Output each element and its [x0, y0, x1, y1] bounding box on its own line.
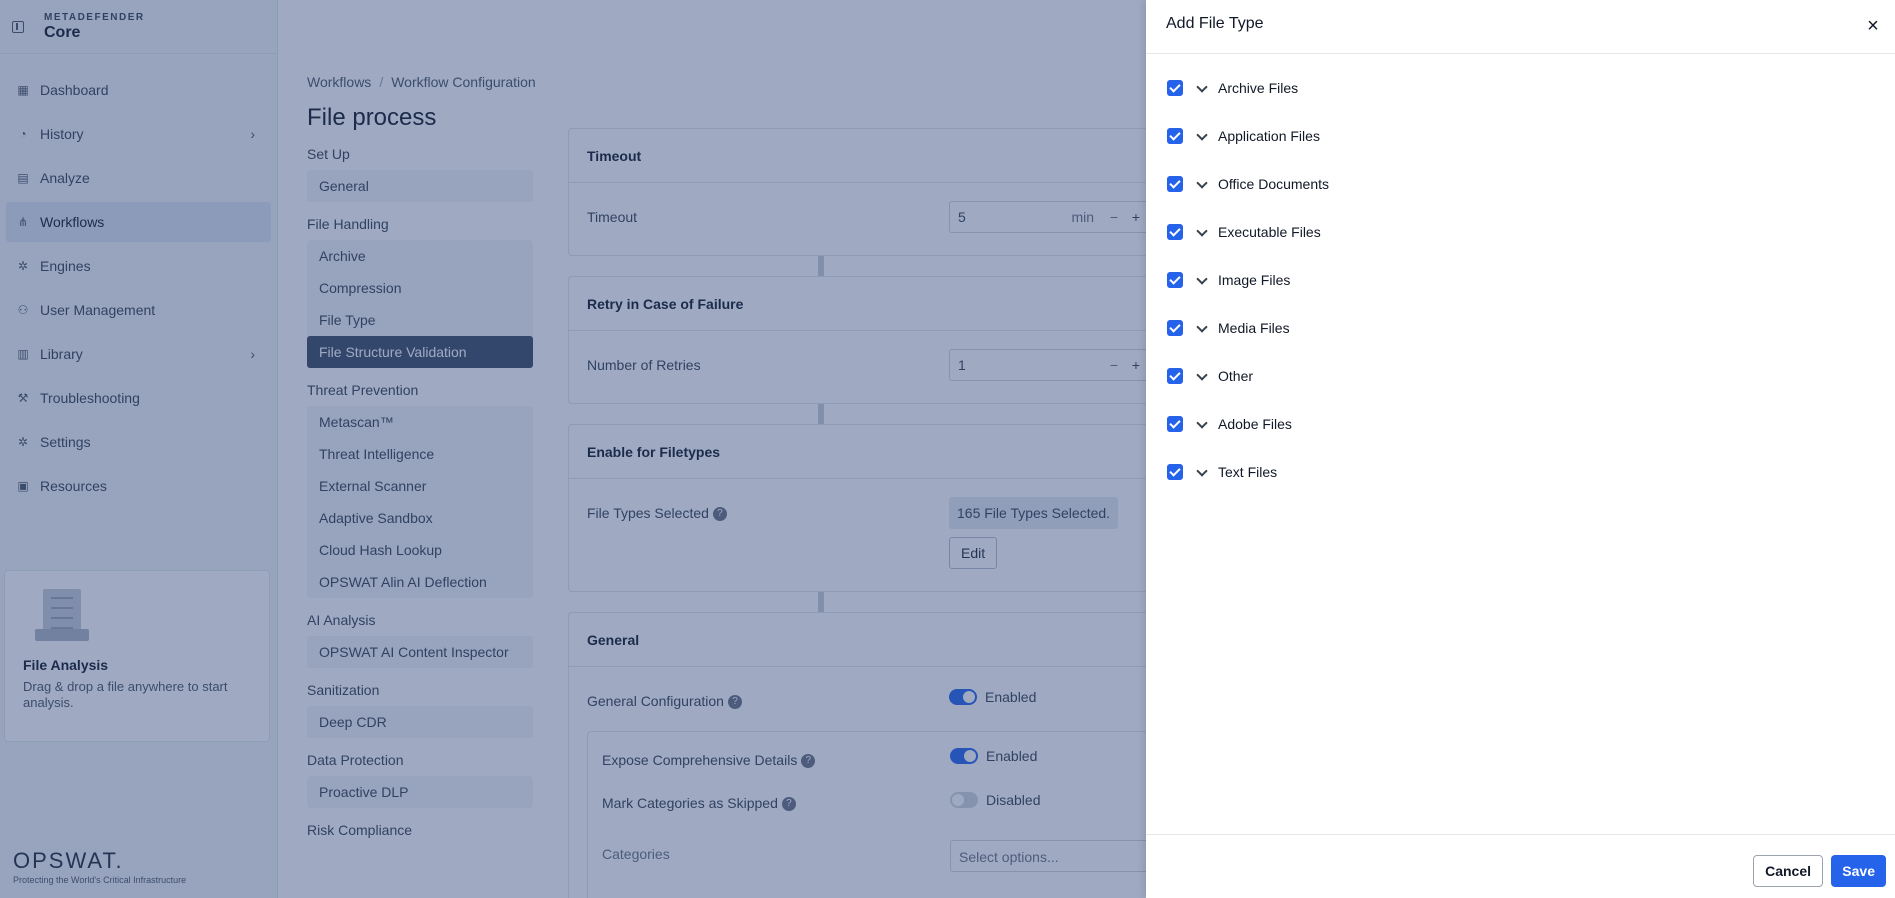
file-type-label: Office Documents: [1218, 176, 1330, 192]
drawer-header: Add File Type ×: [1146, 0, 1895, 54]
file-type-row: Adobe Files: [1146, 400, 1895, 448]
save-button[interactable]: Save: [1831, 855, 1886, 887]
checkbox[interactable]: [1167, 224, 1183, 240]
checkbox[interactable]: [1167, 368, 1183, 384]
file-type-row: Archive Files: [1146, 64, 1895, 112]
add-file-type-drawer: Add File Type × Archive Files Applicatio…: [1146, 0, 1895, 898]
drawer-title: Add File Type: [1166, 15, 1264, 32]
file-type-label: Text Files: [1218, 464, 1278, 480]
file-type-row: Text Files: [1146, 448, 1895, 496]
chevron-down-icon[interactable]: [1195, 81, 1209, 95]
file-type-label: Archive Files: [1218, 80, 1299, 96]
chevron-down-icon[interactable]: [1195, 177, 1209, 191]
checkbox[interactable]: [1167, 128, 1183, 144]
chevron-down-icon[interactable]: [1195, 465, 1209, 479]
drawer-footer: Cancel Save: [1146, 834, 1895, 898]
file-type-row: Office Documents: [1146, 160, 1895, 208]
file-type-label: Other: [1218, 368, 1254, 384]
file-type-row: Other: [1146, 352, 1895, 400]
chevron-down-icon[interactable]: [1195, 369, 1209, 383]
file-type-row: Executable Files: [1146, 208, 1895, 256]
checkbox[interactable]: [1167, 272, 1183, 288]
file-type-row: Application Files: [1146, 112, 1895, 160]
file-type-list: Archive Files Application Files Office D…: [1146, 54, 1895, 496]
checkbox[interactable]: [1167, 80, 1183, 96]
chevron-down-icon[interactable]: [1195, 321, 1209, 335]
file-type-label: Media Files: [1218, 320, 1290, 336]
checkbox[interactable]: [1167, 176, 1183, 192]
cancel-button[interactable]: Cancel: [1753, 855, 1823, 887]
close-icon[interactable]: ×: [1863, 16, 1883, 36]
chevron-down-icon[interactable]: [1195, 273, 1209, 287]
chevron-down-icon[interactable]: [1195, 225, 1209, 239]
checkbox[interactable]: [1167, 320, 1183, 336]
file-type-row: Image Files: [1146, 256, 1895, 304]
file-type-label: Image Files: [1218, 272, 1291, 288]
file-type-label: Adobe Files: [1218, 416, 1292, 432]
checkbox[interactable]: [1167, 464, 1183, 480]
chevron-down-icon[interactable]: [1195, 129, 1209, 143]
file-type-row: Media Files: [1146, 304, 1895, 352]
file-type-label: Application Files: [1218, 128, 1320, 144]
chevron-down-icon[interactable]: [1195, 417, 1209, 431]
file-type-label: Executable Files: [1218, 224, 1321, 240]
checkbox[interactable]: [1167, 416, 1183, 432]
